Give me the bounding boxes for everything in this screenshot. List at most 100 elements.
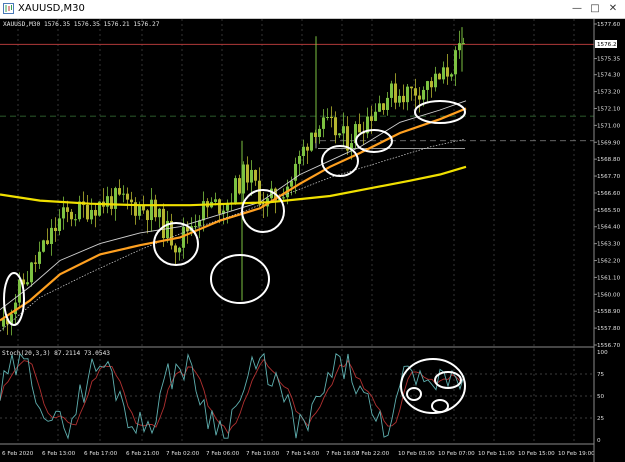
candle-body (66, 207, 69, 212)
price-tick-label: 1575.35 (597, 57, 621, 63)
candle-body (410, 86, 413, 89)
time-tick-label: 7 Feb 22:00 (356, 451, 390, 457)
time-tick-label: 6 Feb 21:00 (126, 451, 160, 457)
stoch-tick-label: 75 (597, 372, 605, 378)
candle-body (130, 199, 133, 203)
minimize-button[interactable]: — (569, 3, 585, 15)
price-tick-label: 1556.70 (597, 343, 621, 349)
candle-body (298, 155, 301, 164)
window-controls: — □ ✕ (569, 2, 623, 16)
candle-body (34, 262, 37, 264)
candle-body (378, 103, 381, 112)
candle-body (418, 95, 421, 100)
candle-body (154, 199, 157, 218)
candle-body (46, 240, 49, 244)
chart-area[interactable]: 1577.60 1575.35 1574.30 1573.20 1572.10 1571.… (0, 19, 625, 462)
price-tick-label: 1563.30 (597, 242, 621, 248)
candle-body (62, 207, 65, 219)
candle-body (150, 199, 153, 221)
candle-body (382, 103, 385, 110)
candle-body (110, 196, 113, 209)
candle-body (282, 197, 285, 199)
price-tick-label: 1567.70 (597, 174, 621, 180)
candle-body (358, 124, 361, 133)
time-tick-label: 6 Feb 17:00 (84, 451, 118, 457)
price-tick-label: 1566.60 (597, 191, 621, 197)
candle-body (434, 73, 437, 88)
price-tick-label: 1565.50 (597, 208, 621, 214)
time-tick-label: 10 Feb 07:00 (438, 451, 475, 457)
candle-body (458, 43, 461, 51)
candle-body (442, 67, 445, 80)
candle-body (126, 193, 129, 200)
candle-body (450, 74, 453, 77)
candle-body (322, 117, 325, 129)
candle-body (94, 209, 97, 216)
candle-body (390, 83, 393, 98)
candle-body (90, 209, 93, 220)
candle-body (330, 116, 333, 118)
candle-body (122, 193, 125, 195)
candle-body (422, 89, 425, 100)
candle-body (326, 116, 329, 118)
candle-body (50, 227, 53, 244)
close-button[interactable]: ✕ (605, 3, 621, 15)
maximize-button[interactable]: □ (587, 3, 603, 15)
candle-body (162, 208, 165, 239)
time-tick-label: 7 Feb 14:00 (286, 451, 320, 457)
candle-body (174, 245, 177, 253)
candle-body (258, 180, 261, 205)
candle-body (302, 146, 305, 156)
candle-body (158, 208, 161, 218)
time-tick-label: 10 Feb 15:00 (518, 451, 555, 457)
candle-body (214, 199, 217, 202)
price-tick-label: 1557.80 (597, 326, 621, 332)
candle-body (394, 83, 397, 103)
candle-body (446, 67, 449, 77)
candle-body (414, 88, 417, 96)
candle-body (238, 178, 241, 194)
candle-body (342, 126, 345, 134)
candle-body (138, 205, 141, 216)
price-tick-label: 1562.20 (597, 259, 621, 265)
candle-body (406, 86, 409, 103)
candle-body (70, 211, 73, 220)
candle-body (38, 251, 41, 264)
candle-body (318, 128, 321, 137)
candle-body (438, 73, 441, 80)
indicator-info-label: Stoch(20,3,3) 87.2114 73.0543 (2, 350, 110, 357)
candle-body (114, 188, 117, 209)
current-price-label: 1576.27 (597, 42, 621, 48)
candle-body (370, 116, 373, 121)
candle-body (42, 240, 45, 252)
candle-body (430, 81, 433, 88)
candle-body (250, 169, 253, 183)
candle-body (310, 132, 313, 151)
candle-body (194, 225, 197, 227)
candle-body (306, 146, 309, 151)
candle-body (218, 199, 221, 214)
time-tick-label: 10 Feb 03:00 (398, 451, 435, 457)
price-tick-label: 1569.90 (597, 140, 621, 146)
window-titlebar[interactable]: XAUUSD,M30 — □ ✕ (0, 0, 625, 19)
stoch-tick-label: 0 (597, 438, 601, 444)
time-tick-label: 7 Feb 10:00 (246, 451, 280, 457)
time-tick-label: 6 Feb 2020 (2, 451, 34, 457)
stoch-tick-label: 100 (597, 350, 608, 356)
chart-icon (3, 3, 14, 14)
price-tick-label: 1561.10 (597, 275, 621, 281)
time-tick-label: 7 Feb 06:00 (206, 451, 240, 457)
price-tick-label: 1571.00 (597, 123, 621, 129)
time-tick-label: 7 Feb 18:00 (326, 451, 360, 457)
time-tick-label: 10 Feb 19:00 (558, 451, 595, 457)
chart-window: XAUUSD,M30 — □ ✕ 1577.60 1575.35 1574.30 15… (0, 0, 625, 462)
candle-body (58, 218, 61, 231)
price-tick-label: 1564.40 (597, 225, 621, 231)
candle-body (398, 95, 401, 103)
candle-body (18, 279, 21, 303)
stoch-tick-label: 50 (597, 394, 605, 400)
candle-body (246, 164, 249, 183)
candle-body (338, 133, 341, 136)
price-tick-label: 1577.60 (597, 22, 621, 28)
stoch-tick-label: 25 (597, 416, 605, 422)
